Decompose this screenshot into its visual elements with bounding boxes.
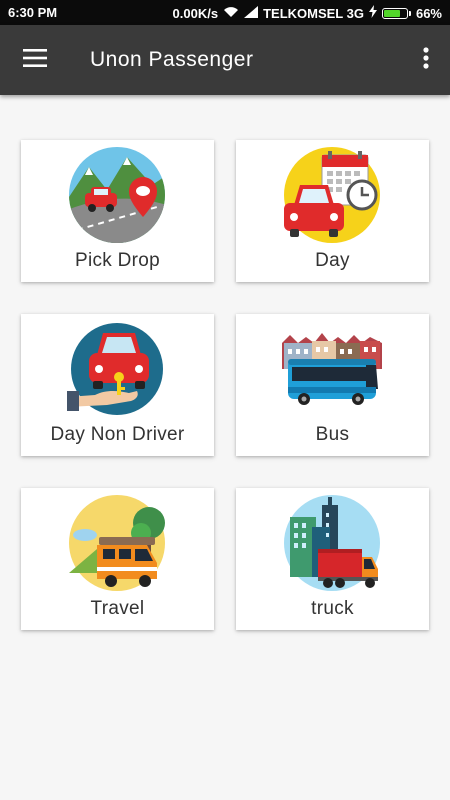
- travel-card[interactable]: Travel: [21, 488, 214, 630]
- carrier-name: TELKOMSEL 3G: [263, 5, 364, 21]
- wifi-icon: [223, 6, 239, 21]
- day-rental-icon: [282, 145, 382, 245]
- overflow-menu-button[interactable]: [414, 39, 438, 81]
- travel-van-icon: [67, 493, 167, 593]
- app-bar: Unon Passenger: [0, 25, 450, 95]
- bus-icon: [282, 319, 382, 419]
- pick-drop-icon: [67, 145, 167, 245]
- truck-card[interactable]: truck: [236, 488, 429, 630]
- status-time: 6:30 PM: [8, 5, 58, 20]
- day-non-driver-card[interactable]: Day Non Driver: [21, 314, 214, 456]
- day-non-driver-label: Day Non Driver: [50, 424, 185, 445]
- battery-fill: [383, 9, 400, 17]
- travel-label: Travel: [90, 598, 145, 619]
- truck-icon: [282, 493, 382, 593]
- pick-drop-label: Pick Drop: [74, 250, 161, 271]
- charging-icon: [368, 5, 377, 21]
- day-card[interactable]: Day: [236, 140, 429, 282]
- network-speed: 0.00K/s: [172, 5, 219, 21]
- bus-label: Bus: [315, 424, 350, 445]
- app-title: Unon Passenger: [90, 48, 254, 71]
- status-bar: 6:30 PM 0.00K/s TELKOMSEL 3G 66%: [0, 0, 450, 25]
- more-vert-icon: [423, 46, 429, 74]
- hamburger-menu-icon: [23, 48, 47, 72]
- signal-icon: [244, 5, 259, 21]
- bus-card[interactable]: Bus: [236, 314, 429, 456]
- car-key-icon: [67, 319, 167, 419]
- battery-percent: 66%: [415, 5, 442, 21]
- menu-button[interactable]: [14, 39, 56, 81]
- battery-icon: [381, 7, 411, 19]
- day-label: Day: [315, 250, 350, 271]
- truck-label: truck: [311, 598, 354, 619]
- pick-drop-card[interactable]: Pick Drop: [21, 140, 214, 282]
